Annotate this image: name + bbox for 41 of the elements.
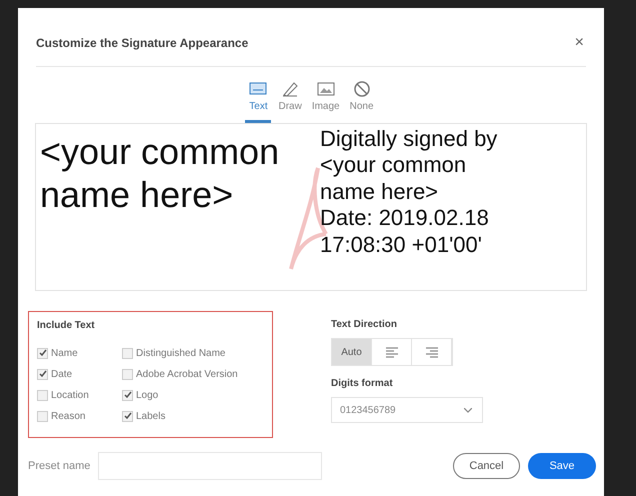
checkbox[interactable] xyxy=(122,368,133,380)
align-left-icon xyxy=(384,346,400,358)
tab[interactable]: Text xyxy=(245,79,272,123)
dialog-title: Customize the Signature Appearance xyxy=(36,35,248,52)
save-button[interactable]: Save xyxy=(528,453,596,479)
tab[interactable]: Draw xyxy=(275,79,305,123)
checkbox-label: Adobe Acrobat Version xyxy=(136,368,238,382)
checkbox[interactable] xyxy=(122,348,133,358)
tab[interactable]: None xyxy=(346,79,377,123)
tab[interactable]: Image xyxy=(308,79,343,123)
checkbox-label: Location xyxy=(51,388,89,402)
checkbox-label: Labels xyxy=(136,410,166,424)
preset-name-label: Preset name xyxy=(28,458,90,474)
section-heading: Digits format xyxy=(331,377,394,391)
prohibited-icon xyxy=(352,79,372,99)
signature-detail-line: Date: 2019.02.18 xyxy=(320,205,490,232)
direction-button[interactable]: Auto xyxy=(332,339,372,365)
section-heading: Text Direction xyxy=(331,318,398,332)
close-button[interactable]: × xyxy=(572,35,586,51)
signature-detail-line: name here> xyxy=(320,178,440,206)
checkbox[interactable] xyxy=(37,390,48,400)
signature-detail-line: <your common xyxy=(320,152,468,179)
checkbox-label: Distinguished Name xyxy=(136,346,226,360)
checkbox[interactable] xyxy=(37,368,48,380)
checkbox-label: Name xyxy=(51,346,78,360)
checkbox-label: Date xyxy=(51,368,72,382)
checkbox-label: Logo xyxy=(136,388,158,402)
checkbox[interactable] xyxy=(37,348,48,358)
signature-name: <your common name here> xyxy=(39,130,280,218)
signature-detail-line: 17:08:30 +01'00' xyxy=(320,232,483,258)
checkbox[interactable] xyxy=(37,410,48,422)
checkbox[interactable] xyxy=(122,390,133,400)
preset-name-field[interactable] xyxy=(98,452,322,480)
signature-detail-line: Digitally signed by xyxy=(320,126,498,152)
chevron-down-icon xyxy=(464,408,472,412)
checkbox-label: Reason xyxy=(51,410,86,424)
digits-format-dropdown[interactable]: 0123456789 xyxy=(331,397,483,423)
align-right-icon xyxy=(424,346,440,358)
section-heading: Include Text xyxy=(37,319,96,333)
cancel-button[interactable]: Cancel xyxy=(453,453,520,479)
checkbox[interactable] xyxy=(122,410,133,422)
